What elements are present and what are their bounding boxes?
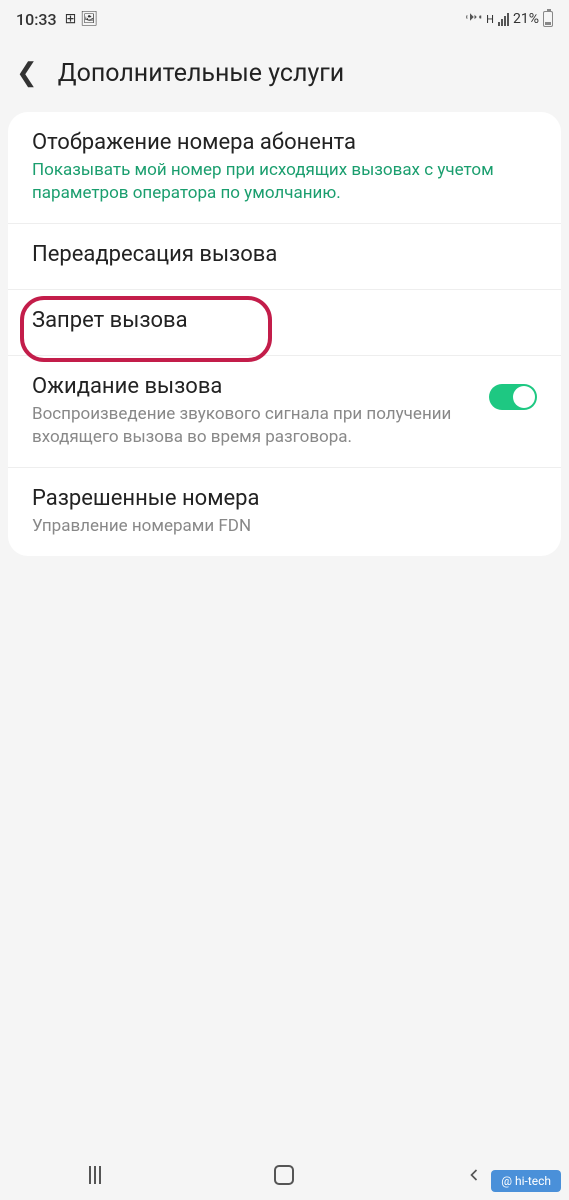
network-type: H <box>486 13 494 26</box>
settings-card: Отображение номера абонента Показывать м… <box>8 112 561 556</box>
header: ❮ Дополнительные услуги <box>0 38 569 112</box>
back-nav-button[interactable] <box>460 1161 488 1189</box>
app-icon: ⊞ <box>65 11 77 27</box>
status-bar: 10:33 ⊞ 🖼 H 21% <box>0 0 569 38</box>
status-time: 10:33 <box>16 10 57 29</box>
setting-caller-id[interactable]: Отображение номера абонента Показывать м… <box>8 112 561 224</box>
signal-icon <box>498 12 509 26</box>
home-button[interactable] <box>270 1161 298 1189</box>
setting-title: Ожидание вызова <box>32 374 473 399</box>
setting-subtitle: Управление номерами FDN <box>32 515 537 538</box>
battery-icon <box>543 11 553 27</box>
setting-title: Переадресация вызова <box>32 242 537 267</box>
vibrate-icon <box>464 8 482 30</box>
call-waiting-toggle[interactable] <box>489 384 537 410</box>
recent-apps-button[interactable] <box>81 1161 109 1189</box>
setting-title: Запрет вызова <box>32 308 537 333</box>
status-left: 10:33 ⊞ 🖼 <box>16 10 98 29</box>
navigation-bar <box>0 1150 569 1200</box>
setting-call-forwarding[interactable]: Переадресация вызова <box>8 224 561 290</box>
setting-title: Разрешенные номера <box>32 486 537 511</box>
setting-call-waiting[interactable]: Ожидание вызова Воспроизведение звуковог… <box>8 356 561 468</box>
back-button[interactable]: ❮ <box>16 58 38 88</box>
watermark: @ hi-tech <box>491 1170 561 1192</box>
image-icon: 🖼 <box>80 11 98 27</box>
setting-subtitle: Воспроизведение звукового сигнала при по… <box>32 403 473 449</box>
page-title: Дополнительные услуги <box>58 59 344 88</box>
status-app-icons: ⊞ 🖼 <box>65 11 99 27</box>
setting-allowed-numbers[interactable]: Разрешенные номера Управление номерами F… <box>8 468 561 556</box>
setting-subtitle: Показывать мой номер при исходящих вызов… <box>32 159 537 205</box>
setting-title: Отображение номера абонента <box>32 130 537 155</box>
setting-call-barring[interactable]: Запрет вызова <box>8 290 561 356</box>
battery-percent: 21% <box>513 11 539 27</box>
status-right: H 21% <box>464 8 553 30</box>
